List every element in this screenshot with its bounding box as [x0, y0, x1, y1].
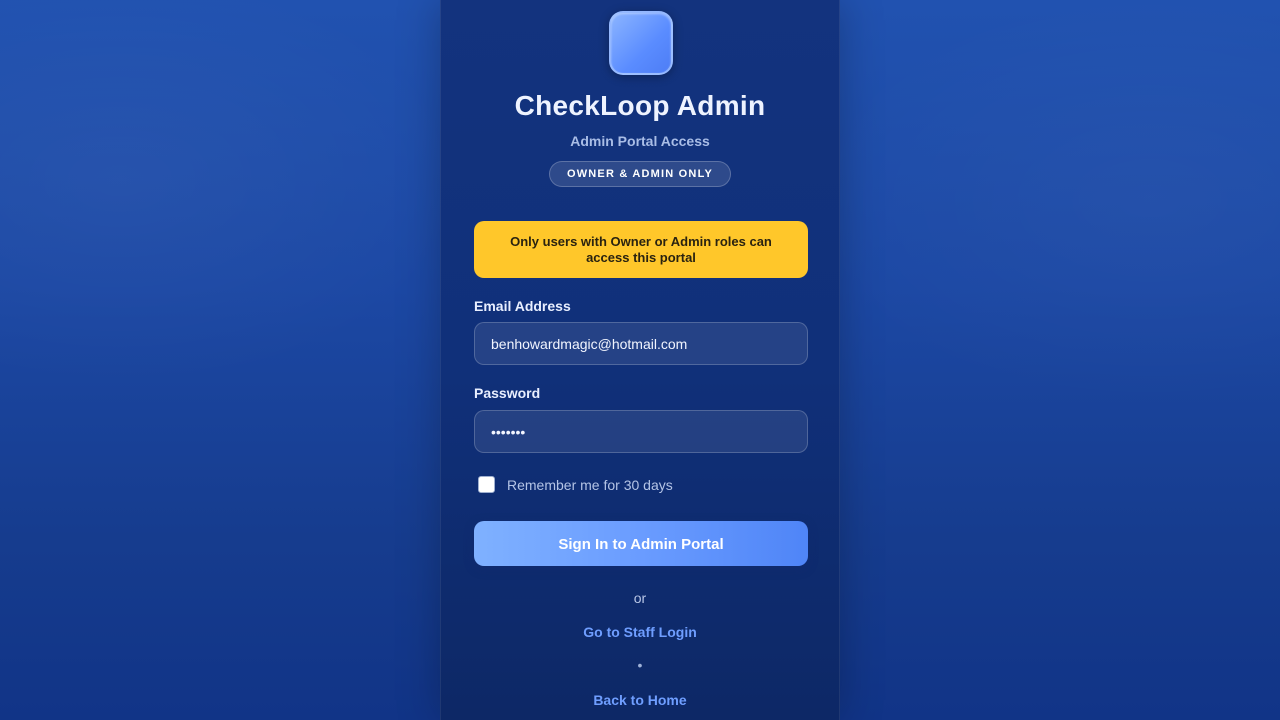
staff-login-link[interactable]: Go to Staff Login	[441, 624, 839, 640]
password-label: Password	[474, 385, 541, 401]
remember-me-label: Remember me for 30 days	[507, 476, 673, 493]
access-warning-banner: Only users with Owner or Admin roles can…	[474, 221, 808, 278]
app-logo-icon	[609, 11, 673, 75]
link-separator: •	[637, 657, 643, 673]
remember-me-checkbox[interactable]	[478, 476, 495, 493]
email-field[interactable]	[474, 322, 808, 365]
email-label: Email Address	[474, 298, 571, 314]
page-subtitle: Admin Portal Access	[570, 133, 710, 149]
role-badge: OWNER & ADMIN ONLY	[549, 161, 731, 187]
remember-me-row[interactable]: Remember me for 30 days	[478, 476, 673, 493]
login-card: CheckLoop Admin Admin Portal Access OWNE…	[440, 0, 840, 720]
page-title: CheckLoop Admin	[514, 90, 766, 121]
back-to-home-link[interactable]: Back to Home	[441, 692, 839, 708]
or-divider: or	[633, 590, 647, 606]
sign-in-button[interactable]: Sign In to Admin Portal	[474, 521, 808, 566]
password-field[interactable]	[474, 410, 808, 453]
